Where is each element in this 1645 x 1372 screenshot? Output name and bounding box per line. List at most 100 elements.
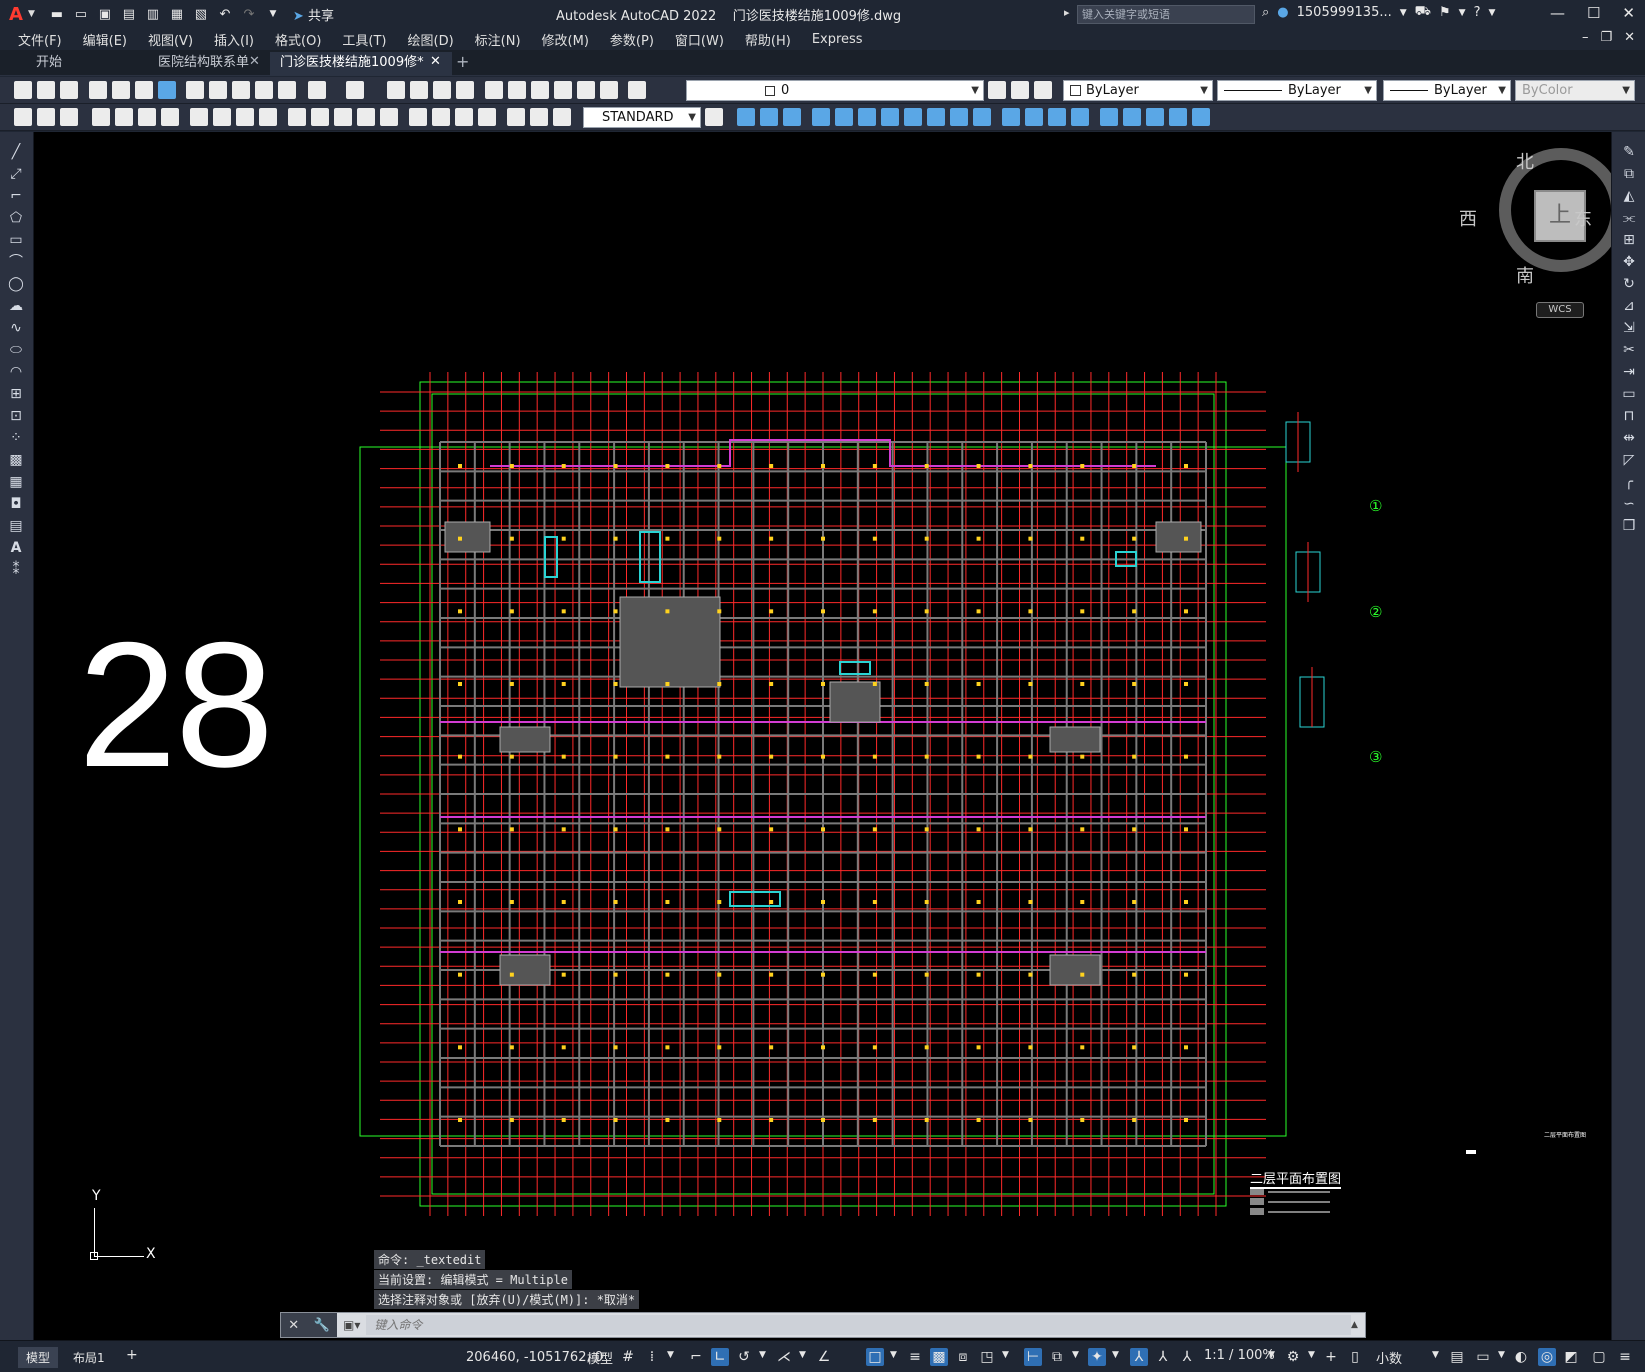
redo-icon[interactable] <box>346 81 364 99</box>
doc-restore-icon[interactable]: ❐ <box>1600 30 1612 45</box>
zoom-previous-icon[interactable] <box>456 81 474 99</box>
new-tab-icon[interactable]: + <box>456 52 469 71</box>
menu-edit[interactable]: 编辑(E) <box>83 30 127 49</box>
chamfer-icon[interactable] <box>1048 108 1066 126</box>
units-icon[interactable]: ▯ <box>1346 1348 1364 1366</box>
offset-icon[interactable] <box>812 108 830 126</box>
lineweight-dropdown[interactable]: ByLayer ▼ <box>1383 80 1511 101</box>
gizmo-dropdown-icon[interactable]: ▼ <box>1112 1350 1119 1360</box>
quick-properties-icon[interactable]: ▤ <box>1448 1348 1466 1366</box>
menu-draw[interactable]: 绘图(D) <box>408 30 454 49</box>
minimize-icon[interactable]: — <box>1550 4 1565 22</box>
command-customize-icon[interactable]: 🔧 <box>314 1318 330 1333</box>
sheet-set-icon[interactable] <box>554 81 572 99</box>
save-icon[interactable]: ▣ <box>95 4 115 24</box>
osnap-dropdown-icon[interactable]: ▼ <box>890 1350 897 1360</box>
dimension-edit-icon[interactable] <box>507 108 525 126</box>
explode-icon[interactable]: ❒ <box>1621 518 1637 534</box>
fillet-icon[interactable]: ╭ <box>1621 474 1637 490</box>
tab-start[interactable]: 开始 <box>26 52 146 76</box>
join-icon[interactable] <box>1025 108 1043 126</box>
revision-cloud-icon[interactable]: ☁ <box>8 298 24 314</box>
annotation-scale-icon[interactable]: ⅄ <box>1178 1348 1196 1366</box>
diameter-dimension-icon[interactable] <box>236 108 254 126</box>
arc-icon[interactable]: ⌒ <box>8 254 24 270</box>
auto-scale-icon[interactable]: ⅄ <box>1154 1348 1172 1366</box>
offset-icon[interactable]: ⫘ <box>1621 210 1637 226</box>
explode-icon[interactable] <box>1123 108 1141 126</box>
clean-screen-icon[interactable]: ▢ <box>1590 1348 1608 1366</box>
isodraft-dropdown-icon[interactable]: ▼ <box>799 1350 806 1360</box>
undo-icon[interactable] <box>308 81 326 99</box>
menu-express[interactable]: Express <box>812 32 863 47</box>
new-file-icon[interactable]: ▬ <box>47 4 67 24</box>
array-icon[interactable]: ⊞ <box>1621 232 1637 248</box>
transparency-icon[interactable]: ▩ <box>930 1348 948 1366</box>
array-icon[interactable] <box>835 108 853 126</box>
new-toolbar-icon[interactable] <box>14 108 32 126</box>
dimension-update-icon[interactable] <box>553 108 571 126</box>
tab-close-icon[interactable]: ✕ <box>430 54 441 69</box>
open-web-icon[interactable]: ▥ <box>143 4 163 24</box>
3d-print-icon[interactable] <box>158 81 176 99</box>
units-dropdown[interactable]: 小数 <box>1376 1348 1402 1367</box>
infer-constraints-icon[interactable]: ⌐ <box>687 1348 705 1366</box>
scale-dropdown-icon[interactable]: ▼ <box>1268 1350 1275 1360</box>
tab-layout1[interactable]: 布局1 <box>65 1347 113 1368</box>
layer-dropdown[interactable]: 0 ▼ <box>686 80 984 101</box>
isolate-objects-icon[interactable]: ◐ <box>1512 1348 1530 1366</box>
plotstyle-dropdown[interactable]: ByColor ▼ <box>1515 80 1635 101</box>
units-dropdown-icon[interactable]: ▼ <box>1432 1350 1439 1360</box>
lineweight-icon[interactable]: ≡ <box>906 1348 924 1366</box>
layer-states-icon[interactable] <box>1034 81 1052 99</box>
linear-dimension-icon[interactable] <box>92 108 110 126</box>
pan-icon[interactable] <box>387 81 405 99</box>
command-recent-icon[interactable]: ▣▾ <box>343 1318 360 1332</box>
ortho-icon[interactable]: ∟ <box>711 1348 729 1366</box>
annotation-visibility-icon[interactable]: ⅄ <box>1130 1348 1148 1366</box>
maximize-icon[interactable]: ☐ <box>1587 4 1600 22</box>
3d-osnap-icon[interactable]: ◳ <box>978 1348 996 1366</box>
angular-dimension-icon[interactable] <box>259 108 277 126</box>
color-dropdown[interactable]: ByLayer ▼ <box>1063 80 1213 101</box>
fillet-icon[interactable] <box>1071 108 1089 126</box>
grid-icon[interactable]: # <box>619 1348 637 1366</box>
dimension-break-icon[interactable] <box>380 108 398 126</box>
join-icon[interactable]: ⇹ <box>1621 430 1637 446</box>
search-icon[interactable]: ⌕ <box>1262 5 1269 20</box>
menu-window[interactable]: 窗口(W) <box>675 30 724 49</box>
share-button[interactable]: ➤ 共享 <box>293 5 334 24</box>
annotation-monitor-icon[interactable]: + <box>1322 1348 1340 1366</box>
quick-dimension-icon[interactable] <box>288 108 306 126</box>
add-layout-icon[interactable]: + <box>118 1345 146 1365</box>
dimension-style-icon[interactable] <box>705 108 723 126</box>
blend-curves-icon[interactable]: ∽ <box>1621 496 1637 512</box>
search-input[interactable]: 键入关键字或短语 <box>1077 5 1255 24</box>
multiline-text-icon[interactable]: A <box>8 540 24 556</box>
make-current-layer-icon[interactable] <box>988 81 1006 99</box>
text-style-dropdown[interactable]: STANDARD ▼ <box>583 107 701 128</box>
menu-help[interactable]: 帮助(H) <box>745 30 791 49</box>
line-icon[interactable]: ╱ <box>8 144 24 160</box>
menu-modify[interactable]: 修改(M) <box>542 30 589 49</box>
save-as-icon[interactable]: ▤ <box>119 4 139 24</box>
lock-dropdown-icon[interactable]: ▼ <box>1498 1350 1505 1360</box>
cart-icon[interactable]: ⛟ <box>1415 4 1431 21</box>
workspace-dropdown-icon[interactable]: ▼ <box>1308 1350 1315 1360</box>
radius-dimension-icon[interactable] <box>190 108 208 126</box>
rotate-icon[interactable] <box>881 108 899 126</box>
inspection-icon[interactable] <box>455 108 473 126</box>
menu-file[interactable]: 文件(F) <box>18 30 62 49</box>
move-icon[interactable] <box>858 108 876 126</box>
tab-model[interactable]: 模型 <box>18 1347 59 1368</box>
ellipse-arc-icon[interactable]: ◠ <box>8 364 24 380</box>
circle-icon[interactable]: ◯ <box>8 276 24 292</box>
user-name[interactable]: 1505999135... <box>1297 5 1392 20</box>
ellipse-icon[interactable]: ⬭ <box>8 342 24 358</box>
rotate-icon[interactable]: ↻ <box>1621 276 1637 292</box>
command-close-icon[interactable]: ✕ <box>288 1318 299 1333</box>
toolbar-icon[interactable] <box>60 108 78 126</box>
polar-dropdown-icon[interactable]: ▼ <box>759 1350 766 1360</box>
plot-preview-icon[interactable] <box>112 81 130 99</box>
plot-icon[interactable]: ▧ <box>191 4 211 24</box>
